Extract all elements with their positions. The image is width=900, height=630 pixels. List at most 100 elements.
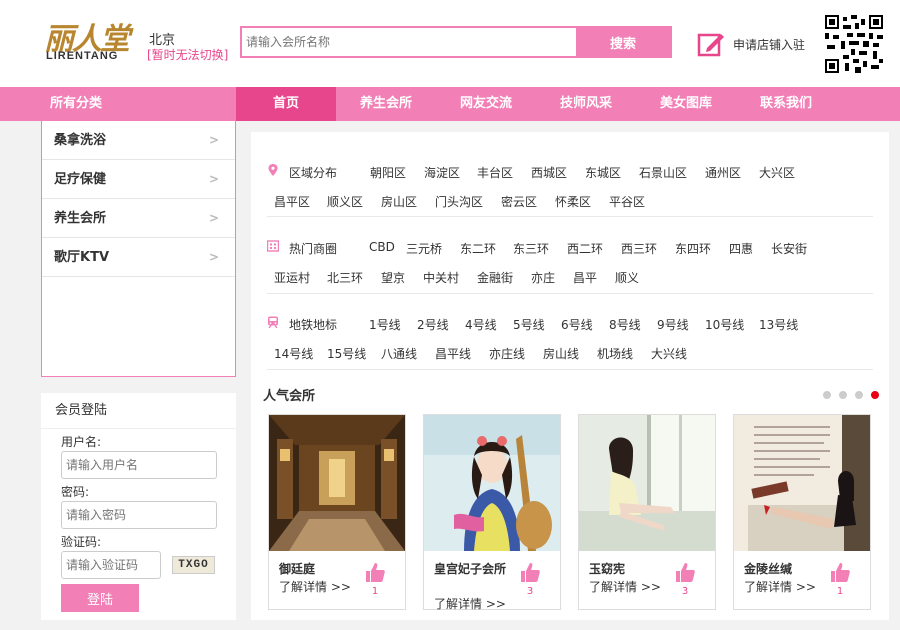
club-card[interactable]: 皇宫妃子会所 了解详情 >> 3	[423, 414, 561, 612]
club-name[interactable]: 玉窈宪	[589, 561, 679, 577]
filter-tag[interactable]: 东四环	[675, 240, 711, 257]
like-widget[interactable]: 1	[828, 561, 852, 597]
club-card[interactable]: 玉窈宪 了解详情 >> 3	[578, 414, 716, 610]
city-switch-note[interactable]: [暂时无法切换]	[147, 46, 228, 63]
club-more-link[interactable]: 了解详情 >>	[744, 578, 816, 595]
captcha-input[interactable]	[61, 551, 161, 579]
filter-tag[interactable]: 丰台区	[477, 164, 513, 181]
category-item-foot[interactable]: 足疗保健 >	[42, 160, 235, 199]
filter-tag[interactable]: 大兴线	[651, 345, 687, 362]
club-image-interior[interactable]	[269, 415, 405, 551]
filter-tag[interactable]: 中关村	[423, 269, 459, 286]
filter-tag[interactable]: 9号线	[657, 316, 689, 333]
club-image-poster[interactable]	[734, 415, 870, 551]
thumbs-up-icon	[366, 563, 385, 582]
filter-tag[interactable]: 14号线	[274, 345, 313, 362]
club-more-link[interactable]: 了解详情 >>	[434, 595, 506, 612]
nav-gallery[interactable]: 美女图库	[636, 87, 736, 121]
nav-community[interactable]: 网友交流	[436, 87, 536, 121]
club-more-link[interactable]: 了解详情 >>	[589, 578, 661, 595]
filter-tag[interactable]: 怀柔区	[555, 193, 591, 210]
filter-tag[interactable]: 6号线	[561, 316, 593, 333]
filter-tag[interactable]: 顺义区	[327, 193, 363, 210]
nav-contact[interactable]: 联系我们	[736, 87, 836, 121]
carousel-dot[interactable]	[855, 391, 863, 399]
like-widget[interactable]: 1	[363, 561, 387, 597]
like-widget[interactable]: 3	[518, 561, 542, 597]
filter-business-district: 热门商圈 CBD 三元桥 东二环 东三环 西二环 西三环 东四环 四惠 长安街 …	[267, 218, 873, 294]
filter-tag[interactable]: 昌平线	[435, 345, 471, 362]
filter-tag[interactable]: 朝阳区	[370, 164, 406, 181]
filter-tag[interactable]: 东城区	[585, 164, 621, 181]
filter-tag[interactable]: 北三环	[327, 269, 363, 286]
captcha-image[interactable]: TXGO	[172, 556, 215, 574]
category-item-health[interactable]: 养生会所 >	[42, 199, 235, 238]
club-card[interactable]: 御廷庭 了解详情 >> 1	[268, 414, 406, 610]
club-card[interactable]: 金陵丝缄 了解详情 >> 1	[733, 414, 871, 610]
filter-tag[interactable]: 机场线	[597, 345, 633, 362]
filter-tag[interactable]: 2号线	[417, 316, 449, 333]
filter-tag[interactable]: 密云区	[501, 193, 537, 210]
club-name[interactable]: 皇宫妃子会所	[434, 561, 524, 577]
filter-tag[interactable]: 5号线	[513, 316, 545, 333]
carousel-dot[interactable]	[823, 391, 831, 399]
filter-tag[interactable]: 望京	[381, 269, 405, 286]
filter-tag[interactable]: 亦庄线	[489, 345, 525, 362]
carousel-dot[interactable]	[839, 391, 847, 399]
password-label: 密码:	[61, 485, 90, 499]
filter-tag[interactable]: 金融街	[477, 269, 513, 286]
nav-home[interactable]: 首页	[236, 87, 336, 121]
login-button[interactable]: 登陆	[61, 584, 139, 612]
all-categories[interactable]: 所有分类	[40, 87, 236, 121]
carousel-dot-active[interactable]	[871, 391, 879, 399]
filter-tag[interactable]: 昌平区	[274, 193, 310, 210]
filter-tag[interactable]: 长安街	[771, 240, 807, 257]
club-more-link[interactable]: 了解详情 >>	[279, 578, 351, 595]
filter-tag[interactable]: 13号线	[759, 316, 798, 333]
filter-tag[interactable]: 八通线	[381, 345, 417, 362]
filter-tag[interactable]: 亚运村	[274, 269, 310, 286]
filter-tag[interactable]: 石景山区	[639, 164, 687, 181]
search-input[interactable]	[242, 28, 578, 56]
filter-tag[interactable]: 西三环	[621, 240, 657, 257]
filter-tag[interactable]: 东三环	[513, 240, 549, 257]
filter-tag[interactable]: 15号线	[327, 345, 366, 362]
filter-tag[interactable]: 海淀区	[424, 164, 460, 181]
filter-tag[interactable]: 亦庄	[531, 269, 555, 286]
filter-tag[interactable]: 通州区	[705, 164, 741, 181]
qr-code-icon	[825, 15, 883, 73]
member-login-panel: 会员登陆 用户名: 密码: 验证码: TXGO 登陆	[41, 393, 236, 620]
filter-tag[interactable]: 昌平	[573, 269, 597, 286]
club-image-window[interactable]	[579, 415, 715, 551]
filter-tag[interactable]: 大兴区	[759, 164, 795, 181]
filter-tag[interactable]: 西二环	[567, 240, 603, 257]
filter-tag[interactable]: 四惠	[729, 240, 753, 257]
filter-tag[interactable]: 东二环	[460, 240, 496, 257]
search-button[interactable]: 搜索	[576, 28, 670, 56]
filter-tag[interactable]: 4号线	[465, 316, 497, 333]
password-input[interactable]	[61, 501, 217, 529]
filter-tag[interactable]: 西城区	[531, 164, 567, 181]
category-item-ktv[interactable]: 歌厅KTV >	[42, 238, 235, 277]
filter-tag[interactable]: 10号线	[705, 316, 744, 333]
filter-tag[interactable]: 顺义	[615, 269, 639, 286]
filter-tag[interactable]: 1号线	[369, 316, 401, 333]
club-image-costume[interactable]	[424, 415, 560, 551]
like-count: 1	[836, 586, 844, 597]
filter-tag[interactable]: CBD	[369, 240, 395, 254]
nav-health-clubs[interactable]: 养生会所	[336, 87, 436, 121]
club-name[interactable]: 御廷庭	[279, 561, 369, 577]
apply-store-link[interactable]: 申请店铺入驻	[697, 30, 817, 58]
filter-tag[interactable]: 平谷区	[609, 193, 645, 210]
site-logo[interactable]: 丽人堂 LIRENTANG	[40, 16, 140, 66]
filter-tag[interactable]: 房山区	[381, 193, 417, 210]
nav-technicians[interactable]: 技师风采	[536, 87, 636, 121]
filter-tag[interactable]: 8号线	[609, 316, 641, 333]
filter-tag[interactable]: 三元桥	[406, 240, 442, 257]
filter-tag[interactable]: 房山线	[543, 345, 579, 362]
club-name[interactable]: 金陵丝缄	[744, 561, 834, 577]
like-widget[interactable]: 3	[673, 561, 697, 597]
filter-tag[interactable]: 门头沟区	[435, 193, 483, 210]
username-input[interactable]	[61, 451, 217, 479]
category-item-sauna[interactable]: 桑拿洗浴 >	[42, 121, 235, 160]
